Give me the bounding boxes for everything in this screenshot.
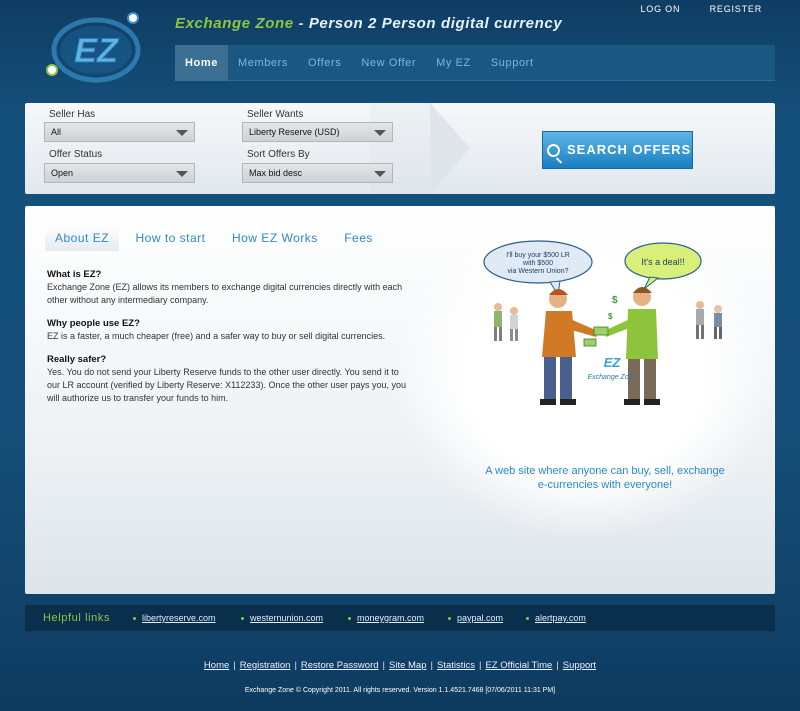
helpful-links-bar: Helpful links libertyreserve.com western… — [25, 605, 775, 631]
chevron-down-icon — [176, 171, 188, 177]
helpful-link-westernunion[interactable]: westernunion.com — [240, 605, 323, 631]
footer-separator: | — [556, 660, 559, 671]
slogan-separator: - — [293, 15, 309, 32]
exchange-illustration: I'll buy your $500 LR with $500 via West… — [483, 240, 722, 405]
log-on-link[interactable]: LOG ON — [640, 4, 680, 14]
main-nav: Home Members Offers New Offer My EZ Supp… — [175, 45, 775, 81]
footer-link-home[interactable]: Home — [204, 660, 229, 671]
faq-question: Really safer? — [47, 354, 107, 365]
footer-separator: | — [382, 660, 385, 671]
logo[interactable]: EZ — [38, 10, 158, 90]
faq-answer: EZ is a faster, a much cheaper (free) an… — [47, 331, 386, 341]
tab-how-to-start[interactable]: How to start — [125, 225, 215, 251]
tagline-line1: A web site where anyone can buy, sell, e… — [485, 465, 725, 477]
faq-answer: Yes. You do not send your Liberty Reserv… — [47, 367, 407, 403]
tab-fees[interactable]: Fees — [334, 225, 383, 251]
footer-link-statistics[interactable]: Statistics — [437, 660, 475, 671]
copyright: Exchange Zone © Copyright 2011. All righ… — [244, 687, 556, 694]
nav-offers[interactable]: Offers — [298, 45, 351, 81]
footer-links: Home | Registration | Restore Password | Site … — [0, 660, 800, 671]
search-panel: Seller Has All Seller Wants Liberty Rese… — [25, 103, 775, 194]
footer-link-support[interactable]: Support — [563, 660, 596, 671]
slogan: Exchange Zone - Person 2 Person digital … — [175, 15, 562, 32]
nav-new-offer[interactable]: New Offer — [351, 45, 426, 81]
search-arrow — [430, 103, 470, 194]
bubble-right-text: It's a deal!! — [641, 257, 684, 267]
slogan-text: Person 2 Person digital currency — [308, 15, 563, 32]
badge-text: Exchange Zone — [587, 374, 636, 381]
seller-has-select[interactable]: All — [44, 122, 195, 142]
sort-value: Max bid desc — [249, 168, 303, 178]
footer-separator: | — [478, 660, 482, 671]
sort-label: Sort Offers By — [247, 149, 310, 160]
nav-members[interactable]: Members — [228, 45, 298, 81]
search-offers-button[interactable]: SEARCH OFFERS — [542, 131, 693, 169]
badge-logo: EZ — [604, 355, 622, 370]
bubble-left-line1: I'll buy your $500 LR — [506, 252, 570, 259]
faq-question: What is EZ? — [47, 269, 102, 280]
seller-has-value: All — [51, 127, 62, 137]
helpful-link-moneygram[interactable]: moneygram.com — [347, 605, 424, 631]
main-content: About EZ How to start How EZ Works Fees … — [25, 206, 775, 594]
helpful-link-libertyreserve[interactable]: libertyreserve.com — [133, 605, 216, 631]
faq-answer: Exchange Zone (EZ) allows its members to… — [47, 282, 403, 305]
search-icon — [547, 144, 560, 157]
top-links: LOG ON REGISTER — [614, 4, 762, 14]
register-link[interactable]: REGISTER — [710, 4, 762, 14]
seller-has-label: Seller Has — [49, 109, 96, 120]
footer-separator: | — [430, 660, 433, 671]
nav-my-ez[interactable]: My EZ — [426, 45, 481, 81]
chevron-down-icon — [176, 130, 188, 136]
footer-link-registration[interactable]: Registration — [240, 660, 291, 671]
seller-wants-label: Seller Wants — [247, 109, 304, 120]
nav-support[interactable]: Support — [481, 45, 544, 81]
svg-text:$: $ — [608, 312, 613, 321]
tab-how-ez-works[interactable]: How EZ Works — [222, 225, 328, 251]
faq-section: What is EZ? Exchange Zone (EZ) allows it… — [47, 268, 407, 405]
offer-status-select[interactable]: Open — [44, 163, 195, 183]
sort-select[interactable]: Max bid desc — [242, 163, 393, 183]
seller-wants-value: Liberty Reserve (USD) — [249, 127, 340, 137]
helpful-link-alertpay[interactable]: alertpay.com — [526, 605, 586, 631]
slogan-brand: Exchange Zone — [175, 15, 294, 32]
offer-status-label: Offer Status — [49, 149, 103, 160]
buyer-figure — [540, 289, 598, 405]
helpful-links-title: Helpful links — [43, 612, 111, 624]
tagline-line2: e-currencies with everyone! — [537, 479, 673, 491]
bubble-left-line3: via Western Union? — [508, 268, 569, 275]
tab-about-ez[interactable]: About EZ — [45, 225, 120, 251]
search-button-label: SEARCH OFFERS — [567, 142, 692, 157]
offer-status-value: Open — [51, 168, 74, 178]
seller-wants-select[interactable]: Liberty Reserve (USD) — [242, 122, 393, 142]
info-tabs: About EZ How to start How EZ Works Fees — [45, 225, 385, 251]
footer-separator: | — [233, 660, 236, 671]
footer-link-official-time[interactable]: EZ Official Time — [485, 660, 552, 671]
footer-link-restore-password[interactable]: Restore Password — [301, 660, 379, 671]
bubble-left-line2: with $500 — [522, 260, 553, 267]
faq-question: Why people use EZ? — [47, 318, 140, 329]
logo-text: EZ — [74, 32, 119, 70]
nav-home[interactable]: Home — [175, 45, 228, 81]
footer-link-site-map[interactable]: Site Map — [389, 660, 427, 671]
chevron-down-icon — [374, 130, 386, 136]
helpful-link-paypal[interactable]: paypal.com — [447, 605, 503, 631]
tagline: A web site where anyone can buy, sell, e… — [470, 464, 740, 492]
footer-separator: | — [294, 660, 297, 671]
chevron-down-icon — [374, 171, 386, 177]
svg-text:$: $ — [612, 295, 618, 306]
